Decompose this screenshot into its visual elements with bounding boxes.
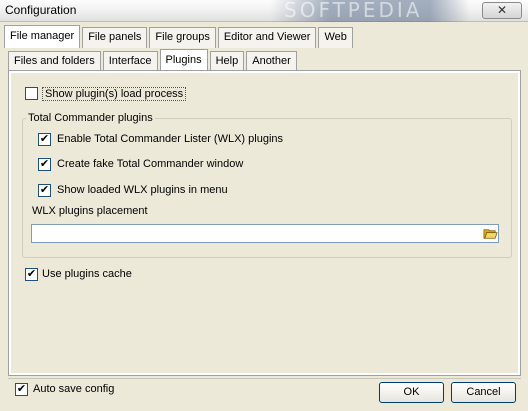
footer-separator	[8, 378, 521, 379]
tab-editor-and-viewer[interactable]: Editor and Viewer	[217, 27, 317, 48]
enable-wlx-checkbox[interactable]: ✔	[38, 133, 51, 146]
tab-file-groups[interactable]: File groups	[149, 27, 216, 48]
use-cache-label[interactable]: Use plugins cache	[42, 268, 132, 280]
tab-interface[interactable]: Interface	[102, 51, 158, 72]
ok-button[interactable]: OK	[379, 382, 444, 403]
auto-save-checkbox[interactable]: ✔	[15, 383, 28, 396]
show-load-process-checkbox[interactable]	[25, 87, 38, 100]
close-button[interactable]: ✕	[482, 2, 522, 19]
enable-wlx-label[interactable]: Enable Total Commander Lister (WLX) plug…	[57, 133, 283, 145]
primary-tabs: File manager File panels File groups Edi…	[4, 25, 355, 48]
tab-plugins[interactable]: Plugins	[159, 49, 208, 72]
wlx-placement-input[interactable]	[31, 224, 499, 243]
folder-open-icon[interactable]	[483, 226, 498, 241]
tab-another[interactable]: Another	[246, 51, 297, 72]
show-in-menu-label[interactable]: Show loaded WLX plugins in menu	[57, 184, 228, 196]
use-cache-checkbox[interactable]: ✔	[25, 268, 38, 281]
window-title: Configuration	[5, 3, 77, 17]
show-load-process-label[interactable]: Show plugin(s) load process	[42, 87, 187, 101]
tab-file-manager[interactable]: File manager	[4, 25, 81, 48]
title-bar: SOFTPEDIA Configuration ✕	[0, 0, 528, 22]
tab-help[interactable]: Help	[209, 51, 245, 72]
secondary-tabs: Files and folders Interface Plugins Help…	[8, 49, 299, 72]
tc-plugins-group-title: Total Commander plugins	[26, 112, 155, 124]
show-in-menu-checkbox[interactable]: ✔	[38, 184, 51, 197]
wlx-placement-label: WLX plugins placement	[32, 205, 148, 217]
auto-save-label[interactable]: Auto save config	[33, 383, 114, 395]
tab-files-and-folders[interactable]: Files and folders	[8, 51, 101, 72]
tab-file-panels[interactable]: File panels	[82, 27, 148, 48]
softpedia-watermark: SOFTPEDIA	[270, 0, 470, 22]
cancel-button[interactable]: Cancel	[451, 382, 516, 403]
fake-window-label[interactable]: Create fake Total Commander window	[57, 158, 243, 170]
fake-window-checkbox[interactable]: ✔	[38, 158, 51, 171]
tab-web[interactable]: Web	[318, 27, 353, 48]
